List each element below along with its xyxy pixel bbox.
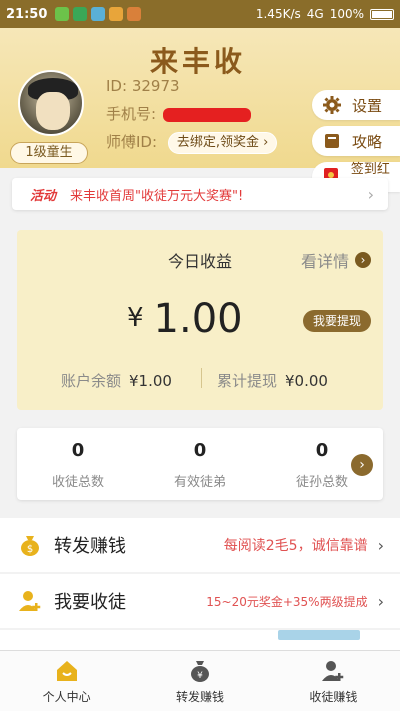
chevron-right-icon: › [377, 535, 384, 555]
activity-tag: 活动 [30, 188, 57, 204]
nav-label: 个人中心 [42, 689, 91, 704]
avatar-face [36, 92, 70, 130]
menu-item-share-earn[interactable]: $ 转发赚钱 每阅读2毛5，诚信靠谱 › [0, 518, 400, 572]
chevron-right-icon[interactable]: › [351, 454, 373, 476]
stat-value: 0 [71, 440, 85, 461]
partial-banner [278, 630, 360, 640]
activity-text: 来丰收首周"收徒万元大奖赛"! [70, 188, 244, 204]
network-speed: 1.45K/s [255, 7, 301, 21]
phone-label: 手机号: [106, 105, 157, 123]
chevron-right-icon: › [367, 184, 374, 204]
home-icon [54, 658, 80, 684]
today-earnings-amount: ¥1.00 [127, 296, 243, 342]
status-right: 1.45K/s 4G 100% [256, 7, 394, 21]
master-row: 师傅ID: 去绑定,领奖金 › [106, 128, 278, 156]
id-label: ID: [106, 77, 128, 95]
menu-item-title: 转发赚钱 [54, 536, 126, 557]
nav-label: 转发赚钱 [175, 689, 224, 704]
network-type: 4G [306, 7, 324, 21]
balance-value: ¥1.00 [129, 372, 172, 390]
view-details-link[interactable]: 看详情 › [301, 248, 371, 272]
status-bar: 21:50 1.45K/s 4G 100% [0, 0, 400, 28]
master-label: 师傅ID: [106, 133, 158, 151]
currency-symbol: ¥ [127, 303, 144, 333]
nav-recruit-earn[interactable]: 收徒赚钱 [267, 651, 400, 711]
nav-personal-center[interactable]: 个人中心 [0, 651, 133, 711]
money-bag-icon: $ [18, 533, 42, 557]
phone-row: 手机号: [106, 100, 277, 128]
stat-label: 有效徒弟 [173, 475, 226, 490]
view-details-label: 看详情 [300, 252, 349, 271]
balance-label: 账户余额 [61, 372, 122, 390]
menu-item-recruit[interactable]: 我要收徒 15~20元奖金+35%两级提成 › [0, 574, 400, 628]
chevron-right-icon: › [377, 591, 384, 611]
notification-app-icon [127, 7, 142, 21]
notification-app-icon [91, 7, 106, 21]
activity-banner[interactable]: 活动 来丰收首周"收徒万元大奖赛"! › [12, 178, 388, 210]
menu-item-partial[interactable] [0, 630, 400, 650]
earnings-card: 今日收益 看详情 › ¥1.00 我要提现 账户余额 ¥1.00 累计提现 ¥0.0… [17, 230, 383, 410]
avatar[interactable] [18, 70, 84, 136]
nav-label: 收徒赚钱 [309, 689, 358, 704]
svg-text:$: $ [27, 544, 33, 555]
gear-icon [322, 95, 342, 115]
wechat-icon [55, 7, 70, 21]
book-icon [322, 131, 342, 151]
add-user-icon [320, 658, 346, 684]
account-balance: 账户余额 ¥1.00 [61, 370, 172, 391]
add-user-icon [18, 589, 42, 613]
nav-share-earn[interactable]: ¥ 转发赚钱 [133, 651, 266, 711]
menu-item-note: 每阅读2毛5，诚信靠谱 [223, 538, 368, 554]
id-row: ID: 32973 [106, 72, 277, 100]
menu-item-title: 我要收徒 [54, 592, 126, 613]
guide-label: 攻略 [352, 132, 383, 151]
bottom-nav: 个人中心 ¥ 转发赚钱 收徒赚钱 [0, 650, 400, 711]
withdraw-button[interactable]: 我要提现 [302, 310, 371, 332]
phone-redaction [162, 107, 251, 122]
withdrawn-label: 累计提现 [217, 372, 278, 390]
profile-header: 来丰收 1级童生 ID: 32973 手机号: 师傅ID: 去绑定,领奖金 › … [0, 28, 400, 196]
status-time: 21:50 [6, 6, 48, 22]
level-badge: 1级童生 [10, 142, 88, 164]
bind-master-button[interactable]: 去绑定,领奖金 › [167, 131, 278, 154]
apprentice-stats-card[interactable]: 0 收徒总数 0 有效徒弟 0 徒孙总数 › [17, 428, 383, 500]
profile-info: ID: 32973 手机号: 师傅ID: 去绑定,领奖金 › [106, 72, 278, 156]
total-withdrawn: 累计提现 ¥0.00 [217, 370, 328, 391]
divider [201, 368, 202, 388]
settings-label: 设置 [352, 96, 383, 115]
stat-label: 收徒总数 [51, 475, 104, 490]
chevron-right-icon: › [355, 252, 371, 268]
money-bag-icon: ¥ [187, 658, 213, 684]
battery-icon [370, 8, 394, 20]
menu-item-note: 15~20元奖金+35%两级提成 [206, 594, 368, 609]
notification-app-icon [109, 7, 124, 21]
guide-button[interactable]: 攻略 [312, 126, 400, 156]
id-value: 32973 [131, 77, 180, 95]
notification-app-icon [73, 7, 88, 21]
amount-value: 1.00 [153, 296, 243, 342]
stat-value: 0 [193, 440, 207, 461]
stat-valid-apprentices: 0 有效徒弟 [145, 440, 255, 490]
svg-text:¥: ¥ [197, 671, 203, 681]
settings-button[interactable]: 设置 [312, 90, 400, 120]
notification-icons [55, 7, 142, 21]
bind-master-label: 去绑定,领奖金 [176, 134, 259, 150]
battery-percent: 100% [329, 7, 364, 21]
stat-total-apprentices: 0 收徒总数 [23, 440, 133, 490]
withdrawn-value: ¥0.00 [285, 372, 328, 390]
